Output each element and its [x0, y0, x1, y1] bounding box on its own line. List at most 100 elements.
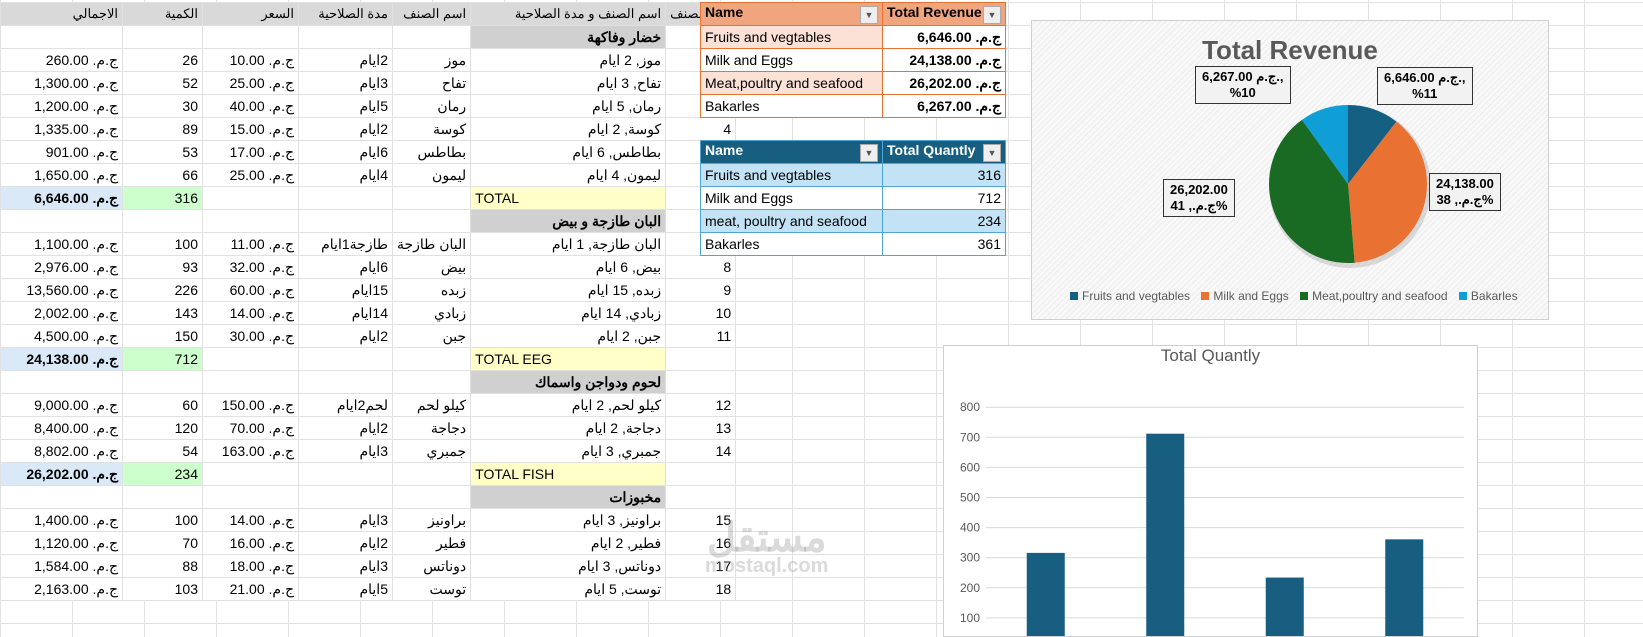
cell-item-name-shelf[interactable]: دجاجة, 2 ايام — [470, 416, 667, 440]
cell-shelf-life[interactable]: 2ايام — [298, 416, 393, 440]
bar-2[interactable] — [1265, 577, 1304, 636]
cell-quantity[interactable]: 93 — [122, 255, 203, 279]
cell[interactable]: Fruits and vegtables — [700, 163, 883, 187]
quantity-bar-chart[interactable]: Total Quantly 100 200 300 400 500 600 700 800 — [943, 345, 1478, 637]
cell-total[interactable]: ج.م. 8,400.00 — [0, 416, 123, 440]
cell-total[interactable]: ج.م. 1,335.00 — [0, 117, 123, 141]
cell-quantity[interactable]: 52 — [122, 71, 203, 95]
revenue-pie-chart[interactable]: Total Revenue 6,646.00 ج.م., %11 24,138.0… — [1031, 20, 1549, 320]
cell-item-name-shelf[interactable]: كوسة, 2 ايام — [470, 117, 667, 141]
cell-price[interactable]: ج.م. 14.00 — [202, 301, 299, 325]
cell-item-name[interactable]: زبده — [391, 278, 472, 302]
revenue-header-name[interactable]: Name ▼ — [700, 2, 883, 26]
cell[interactable]: Milk and Eggs — [700, 186, 883, 210]
cell-price[interactable]: ج.م. 11.00 — [202, 232, 299, 256]
cell-item-name-shelf[interactable]: دوناتس, 3 ايام — [470, 554, 667, 578]
cell-quantity[interactable]: 70 — [122, 531, 203, 555]
cell-price[interactable]: ج.م. 32.00 — [202, 255, 299, 279]
total-quantity[interactable]: 712 — [122, 347, 203, 371]
cell-item-name[interactable]: دوناتس — [391, 554, 472, 578]
cell-price[interactable]: ج.م. 25.00 — [202, 163, 299, 187]
cell-item-name-shelf[interactable]: بيض, 6 ايام — [470, 255, 667, 279]
cell-quantity[interactable]: 150 — [122, 324, 203, 348]
cell-shelf-life[interactable]: 3ايام — [298, 508, 393, 532]
filter-dropdown-icon[interactable]: ▼ — [860, 144, 878, 162]
cell-item-name-shelf[interactable]: بطاطس, 6 ايام — [470, 140, 667, 164]
section-title[interactable]: خضار وفاكهة — [470, 25, 667, 49]
cell[interactable] — [122, 209, 203, 233]
cell[interactable] — [202, 186, 299, 210]
cell-total[interactable]: ج.م. 901.00 — [0, 140, 123, 164]
cell[interactable]: meat, poultry and seafood — [700, 209, 883, 233]
header-item-name-shelf[interactable]: اسم الصنف و مدة الصلاحية — [470, 2, 667, 26]
cell[interactable] — [298, 485, 393, 509]
revenue-header-total[interactable]: Total Revenue ▼ — [882, 2, 1006, 26]
header-total[interactable]: الاجمالي — [0, 2, 123, 26]
cell[interactable] — [122, 485, 203, 509]
header-price[interactable]: السعر — [202, 2, 299, 26]
cell-total[interactable]: ج.م. 260.00 — [0, 48, 123, 72]
total-label[interactable]: TOTAL EEG — [470, 347, 667, 371]
cell-item-name-shelf[interactable]: زبده, 15 ايام — [470, 278, 667, 302]
cell-item-name[interactable]: فطير — [391, 531, 472, 555]
cell[interactable]: 316 — [882, 163, 1006, 187]
cell-item-name-shelf[interactable]: البان طازجة, 1 ايام — [470, 232, 667, 256]
cell-price[interactable]: ج.م. 17.00 — [202, 140, 299, 164]
cell-shelf-life[interactable]: 3ايام — [298, 554, 393, 578]
cell-total[interactable]: ج.م. 8,802.00 — [0, 439, 123, 463]
cell-shelf-life[interactable]: 2ايام — [298, 48, 393, 72]
section-title[interactable]: البان طازجة و بيض — [470, 209, 667, 233]
cell-quantity[interactable]: 66 — [122, 163, 203, 187]
cell-item-name-shelf[interactable]: توست, 5 ايام — [470, 577, 667, 601]
cell-shelf-life[interactable]: 4ايام — [298, 163, 393, 187]
cell-item-name[interactable]: توست — [391, 577, 472, 601]
cell-item-name[interactable]: براونيز — [391, 508, 472, 532]
header-shelf-life[interactable]: مدة الصلاحية — [298, 2, 393, 26]
cell-item-name-shelf[interactable]: تفاح, 3 ايام — [470, 71, 667, 95]
cell-shelf-life[interactable]: 5ايام — [298, 577, 393, 601]
total-quantity[interactable]: 316 — [122, 186, 203, 210]
cell[interactable] — [665, 370, 737, 394]
cell-quantity[interactable]: 100 — [122, 508, 203, 532]
cell-total[interactable]: ج.م. 1,200.00 — [0, 94, 123, 118]
cell-total[interactable]: ج.م. 1,300.00 — [0, 71, 123, 95]
bar-0[interactable] — [1026, 552, 1065, 636]
cell[interactable] — [122, 370, 203, 394]
quantity-header-name[interactable]: Name ▼ — [700, 140, 883, 164]
cell-item-number[interactable]: 4 — [665, 117, 737, 141]
cell[interactable] — [202, 209, 299, 233]
cell-total[interactable]: ج.م. 4,500.00 — [0, 324, 123, 348]
section-title[interactable]: مخبوزات — [470, 485, 667, 509]
cell-item-name-shelf[interactable]: جمبري, 3 ايام — [470, 439, 667, 463]
cell-total[interactable]: ج.م. 2,002.00 — [0, 301, 123, 325]
bar-1[interactable] — [1146, 433, 1185, 636]
cell-quantity[interactable]: 30 — [122, 94, 203, 118]
cell-item-name[interactable]: كوسة — [391, 117, 472, 141]
cell-item-name[interactable]: جبن — [391, 324, 472, 348]
total-value[interactable]: ج.م. 26,202.00 — [0, 462, 123, 486]
cell[interactable] — [0, 485, 123, 509]
cell[interactable] — [122, 25, 203, 49]
cell[interactable] — [298, 186, 393, 210]
cell-price[interactable]: ج.م. 10.00 — [202, 48, 299, 72]
cell-quantity[interactable]: 88 — [122, 554, 203, 578]
cell-shelf-life[interactable]: 3ايام — [298, 71, 393, 95]
cell-total[interactable]: ج.م. 1,650.00 — [0, 163, 123, 187]
cell[interactable] — [391, 25, 472, 49]
cell-quantity[interactable]: 60 — [122, 393, 203, 417]
cell-item-number[interactable]: 9 — [665, 278, 737, 302]
cell-quantity[interactable]: 53 — [122, 140, 203, 164]
cell-item-name[interactable]: ليمون — [391, 163, 472, 187]
cell[interactable] — [298, 25, 393, 49]
total-label[interactable]: TOTAL — [470, 186, 667, 210]
cell-total[interactable]: ج.م. 2,976.00 — [0, 255, 123, 279]
cell-shelf-life[interactable]: 2ايام — [298, 117, 393, 141]
cell-item-name[interactable]: تفاح — [391, 71, 472, 95]
filter-dropdown-icon[interactable]: ▼ — [860, 6, 878, 24]
cell-quantity[interactable]: 120 — [122, 416, 203, 440]
bar-3[interactable] — [1385, 539, 1424, 636]
cell[interactable] — [665, 347, 737, 371]
cell-price[interactable]: ج.م. 15.00 — [202, 117, 299, 141]
section-title[interactable]: لحوم ودواجن واسماك — [470, 370, 667, 394]
cell-item-name-shelf[interactable]: ليمون, 4 ايام — [470, 163, 667, 187]
